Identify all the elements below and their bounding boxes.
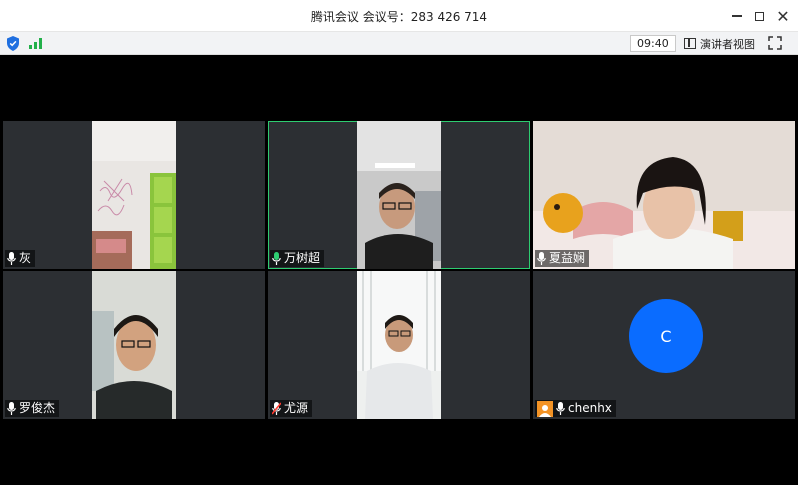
title-bar: 腾讯会议 会议号：283 426 714 ✕ xyxy=(0,0,798,32)
shield-icon[interactable] xyxy=(6,36,20,51)
participant-tile[interactable]: 灰 xyxy=(3,121,265,269)
mic-icon xyxy=(537,252,546,265)
participant-tile[interactable]: 尤源 xyxy=(268,271,530,419)
participant-label: 尤源 xyxy=(270,400,313,417)
participant-label: chenhx xyxy=(535,400,616,417)
close-button[interactable]: ✕ xyxy=(770,4,796,28)
window-title: 腾讯会议 会议号：283 426 714 xyxy=(310,10,488,24)
speaker-view-label: 演讲者视图 xyxy=(700,37,755,51)
video-grid: 灰 万树超 夏益娴 罗俊杰 尤源 C chenhx xyxy=(0,55,798,485)
participant-video xyxy=(92,121,176,269)
participant-label: 夏益娴 xyxy=(535,250,590,267)
signal-bars-icon[interactable] xyxy=(29,38,43,49)
participant-name: 夏益娴 xyxy=(549,251,586,265)
participant-video xyxy=(357,121,441,269)
mic-muted-icon xyxy=(272,402,281,415)
fullscreen-icon[interactable] xyxy=(768,36,782,50)
participant-name: 万树超 xyxy=(284,251,321,265)
speaker-view-button[interactable]: 演讲者视图 xyxy=(684,35,755,52)
participant-tile[interactable]: 夏益娴 xyxy=(533,121,795,269)
avatar: C xyxy=(629,299,703,373)
participant-label: 罗俊杰 xyxy=(5,400,60,417)
participant-name: 灰 xyxy=(19,251,32,265)
participant-name: chenhx xyxy=(568,401,612,415)
maximize-icon xyxy=(754,11,764,21)
participant-video xyxy=(92,271,176,419)
user-avatar-icon xyxy=(537,400,553,417)
mic-speaking-icon xyxy=(272,252,281,265)
participant-video xyxy=(533,121,795,269)
participant-tile[interactable]: C chenhx xyxy=(533,271,795,419)
participant-label: 万树超 xyxy=(270,250,325,267)
mic-icon xyxy=(556,402,565,415)
participant-tile-active[interactable]: 万树超 xyxy=(268,121,530,269)
mic-icon xyxy=(7,402,16,415)
participant-name: 罗俊杰 xyxy=(19,401,56,415)
maximize-button[interactable] xyxy=(746,4,772,28)
close-icon: ✕ xyxy=(776,6,790,26)
participant-tile[interactable]: 罗俊杰 xyxy=(3,271,265,419)
participant-name: 尤源 xyxy=(284,401,309,415)
elapsed-time: 09:40 xyxy=(630,35,676,52)
meeting-toolbar: 09:40 演讲者视图 xyxy=(0,32,798,55)
participant-label: 灰 xyxy=(5,250,36,267)
participant-video xyxy=(357,271,441,419)
mic-icon xyxy=(7,252,16,265)
minimize-icon xyxy=(732,15,742,17)
speaker-view-icon xyxy=(684,38,696,49)
